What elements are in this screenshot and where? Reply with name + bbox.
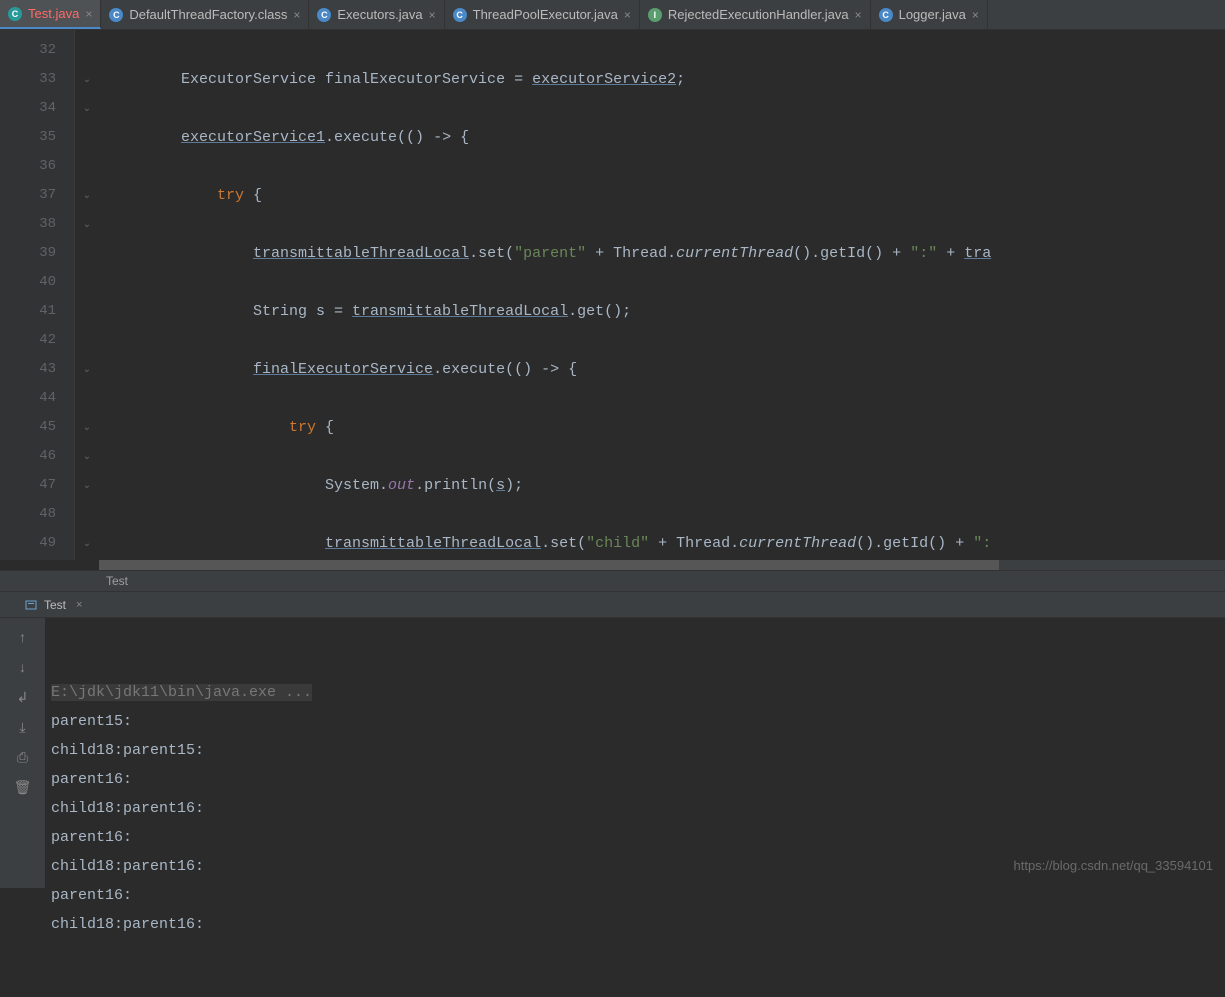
tab-thread-pool-executor[interactable]: C ThreadPoolExecutor.java × [445,0,640,29]
close-icon[interactable]: × [855,8,862,22]
close-icon[interactable]: × [76,599,82,611]
run-config-icon [24,598,38,612]
code-editor[interactable]: 323334353637383940414243444546474849 ⌄⌄⌄… [0,30,1225,560]
breadcrumb[interactable]: Test [0,570,1225,592]
tab-rejected-execution-handler[interactable]: I RejectedExecutionHandler.java × [640,0,871,29]
close-icon[interactable]: × [624,8,631,22]
class-icon: C [879,8,893,22]
tab-label: Test.java [28,6,79,21]
class-icon: C [453,8,467,22]
watermark: https://blog.csdn.net/qq_33594101 [1014,851,1214,880]
close-icon[interactable]: × [85,7,92,21]
run-tool-window-tabs: Test × [0,592,1225,618]
tab-logger-java[interactable]: C Logger.java × [871,0,988,29]
scroll-to-end-icon[interactable]: ⤓ [14,718,32,736]
class-icon: C [8,7,22,21]
line-number-gutter: 323334353637383940414243444546474849 [0,30,75,560]
editor-tabs: C Test.java × C DefaultThreadFactory.cla… [0,0,1225,30]
class-icon: C [109,8,123,22]
soft-wrap-icon[interactable]: ↲ [14,688,32,706]
up-stack-icon[interactable]: ↑ [14,628,32,646]
tab-executors-java[interactable]: C Executors.java × [309,0,444,29]
tab-label: ThreadPoolExecutor.java [473,7,618,22]
horizontal-scrollbar[interactable] [99,560,1225,570]
trash-icon[interactable]: 🗑 [14,778,32,796]
tab-label: Logger.java [899,7,966,22]
scrollbar-thumb[interactable] [99,560,999,570]
interface-icon: I [648,8,662,22]
tab-label: Executors.java [337,7,422,22]
close-icon[interactable]: × [293,8,300,22]
close-icon[interactable]: × [972,8,979,22]
breadcrumb-item[interactable]: Test [106,574,128,588]
code-area[interactable]: ExecutorService finalExecutorService = e… [99,30,1225,560]
class-icon: C [317,8,331,22]
tab-label: DefaultThreadFactory.class [129,7,287,22]
tab-label: RejectedExecutionHandler.java [668,7,849,22]
tab-default-thread-factory[interactable]: C DefaultThreadFactory.class × [101,0,309,29]
run-console: ↑ ↓ ↲ ⤓ ⎙ 🗑 E:\jdk\jdk11\bin\java.exe ..… [0,618,1225,888]
down-stack-icon[interactable]: ↓ [14,658,32,676]
run-tab-label[interactable]: Test [44,598,66,612]
console-output[interactable]: E:\jdk\jdk11\bin\java.exe ...parent15:ch… [45,618,1225,888]
console-toolbar: ↑ ↓ ↲ ⤓ ⎙ 🗑 [0,618,45,888]
tab-test-java[interactable]: C Test.java × [0,0,101,29]
print-icon[interactable]: ⎙ [14,748,32,766]
close-icon[interactable]: × [429,8,436,22]
fold-marker-gutter: ⌄⌄⌄⌄⌄⌄⌄⌄⌄ [75,30,99,560]
